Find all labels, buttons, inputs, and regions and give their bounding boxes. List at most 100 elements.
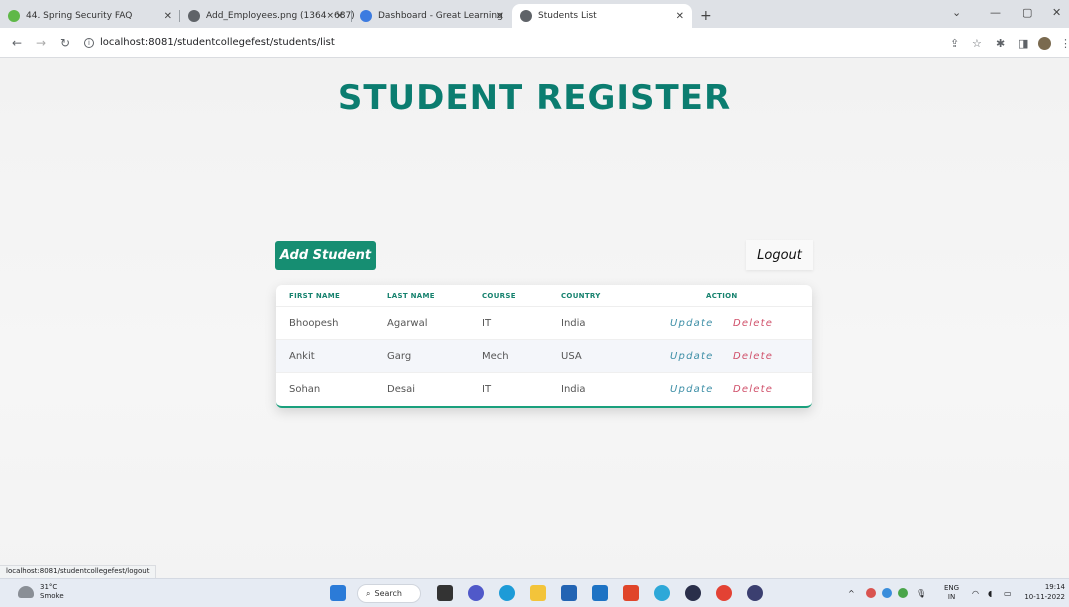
column-header: COUNTRY bbox=[561, 291, 601, 300]
language-indicator[interactable]: ENG IN bbox=[944, 579, 959, 607]
taskbar: 31°C Smoke ⌕ Search ^ 🎙 ENG IN ◠ ◖ ▭ 19:… bbox=[0, 578, 1069, 607]
microphone-icon[interactable]: 🎙 bbox=[916, 579, 926, 607]
reload-icon[interactable]: ↻ bbox=[58, 36, 72, 50]
last-name-cell: Desai bbox=[387, 384, 415, 395]
students-table: FIRST NAME LAST NAME COURSE COUNTRY ACTI… bbox=[276, 285, 812, 408]
extensions-icon[interactable]: ✱ bbox=[996, 28, 1005, 58]
table-row: Sohan Desai IT India Update Delete bbox=[276, 373, 812, 406]
avatar[interactable] bbox=[1038, 28, 1051, 58]
logout-button[interactable]: Logout bbox=[746, 240, 813, 270]
url-field[interactable]: i localhost:8081/studentcollegefest/stud… bbox=[84, 37, 335, 48]
back-icon[interactable]: ← bbox=[10, 36, 24, 50]
column-header: LAST NAME bbox=[387, 291, 435, 300]
edge-icon[interactable] bbox=[499, 585, 515, 601]
tab-add-employees[interactable]: Add_Employees.png (1364×687) ✕ bbox=[180, 4, 355, 28]
clock[interactable]: 19:14 10-11-2022 bbox=[1024, 582, 1065, 602]
url-text: localhost:8081/studentcollegefest/studen… bbox=[100, 37, 335, 48]
update-link[interactable]: Update bbox=[670, 351, 713, 362]
course-cell: Mech bbox=[482, 350, 509, 362]
share-icon[interactable]: ⇪ bbox=[950, 28, 959, 58]
close-icon[interactable]: ✕ bbox=[164, 11, 172, 22]
add-student-button[interactable]: Add Student bbox=[275, 241, 376, 270]
tab-title: Dashboard - Great Learning bbox=[378, 11, 503, 21]
update-link[interactable]: Update bbox=[670, 318, 713, 329]
tab-title: 44. Spring Security FAQ bbox=[26, 11, 133, 21]
chevron-up-icon[interactable]: ^ bbox=[848, 579, 855, 607]
eclipse-ee-icon[interactable] bbox=[747, 585, 763, 601]
tray-app-icon[interactable] bbox=[898, 579, 908, 607]
tab-title: Students List bbox=[538, 11, 597, 21]
delete-link[interactable]: Delete bbox=[733, 318, 773, 329]
star-icon[interactable]: ☆ bbox=[972, 28, 982, 58]
close-icon[interactable]: ✕ bbox=[336, 11, 344, 22]
language-code: ENG bbox=[944, 584, 960, 592]
page-title: STUDENT REGISTER bbox=[337, 78, 732, 118]
first-name-cell: Sohan bbox=[289, 384, 321, 395]
delete-link[interactable]: Delete bbox=[733, 384, 773, 395]
table-row: Bhoopesh Agarwal IT India Update Delete bbox=[276, 307, 812, 340]
browser-tab-strip: 44. Spring Security FAQ ✕ Add_Employees.… bbox=[0, 0, 1069, 28]
google-icon bbox=[360, 10, 372, 22]
restore-button[interactable]: ▢ bbox=[1022, 0, 1032, 24]
chrome-icon[interactable] bbox=[716, 585, 732, 601]
globe-icon bbox=[520, 10, 532, 22]
column-header: FIRST NAME bbox=[289, 291, 341, 300]
sidebar-icon[interactable]: ◨ bbox=[1018, 28, 1028, 58]
mail-icon[interactable] bbox=[592, 585, 608, 601]
close-window-button[interactable]: ✕ bbox=[1052, 0, 1061, 24]
wifi-icon[interactable]: ◠ bbox=[972, 579, 979, 607]
tray-app-icon[interactable] bbox=[882, 579, 892, 607]
eclipse-icon[interactable] bbox=[685, 585, 701, 601]
volume-icon[interactable]: ◖ bbox=[988, 579, 992, 607]
delete-link[interactable]: Delete bbox=[733, 351, 773, 362]
office-icon[interactable] bbox=[623, 585, 639, 601]
minimize-button[interactable]: — bbox=[990, 0, 1001, 24]
update-link[interactable]: Update bbox=[670, 384, 713, 395]
column-header: ACTION bbox=[706, 291, 738, 300]
region-code: IN bbox=[947, 593, 956, 601]
country-cell: India bbox=[561, 317, 586, 329]
tab-dashboard-great-learning[interactable]: Dashboard - Great Learning ✕ bbox=[352, 4, 512, 28]
new-tab-button[interactable]: + bbox=[692, 4, 720, 28]
table-row: Ankit Garg Mech USA Update Delete bbox=[276, 340, 812, 373]
close-icon[interactable]: ✕ bbox=[676, 11, 684, 22]
search-icon: ⌕ bbox=[366, 588, 371, 598]
task-view-icon[interactable] bbox=[437, 585, 453, 601]
time: 19:14 bbox=[1044, 583, 1065, 591]
date: 10-11-2022 bbox=[1024, 593, 1065, 601]
address-bar: ← → ↻ i localhost:8081/studentcollegefes… bbox=[0, 28, 1069, 58]
page-content: STUDENT REGISTER Add Student Logout FIRS… bbox=[0, 58, 1069, 578]
taskbar-search[interactable]: ⌕ Search bbox=[357, 584, 421, 603]
table-header: FIRST NAME LAST NAME COURSE COUNTRY ACTI… bbox=[276, 285, 812, 307]
weather-widget[interactable]: 31°C Smoke bbox=[18, 583, 64, 601]
country-cell: USA bbox=[561, 350, 582, 362]
file-explorer-icon[interactable] bbox=[530, 585, 546, 601]
forward-icon[interactable]: → bbox=[34, 36, 48, 50]
last-name-cell: Agarwal bbox=[387, 317, 428, 329]
status-bar-link: localhost:8081/studentcollegefest/logout bbox=[0, 565, 157, 578]
first-name-cell: Bhoopesh bbox=[289, 317, 339, 329]
search-label: Search bbox=[374, 589, 402, 598]
cloud-icon bbox=[18, 586, 34, 598]
first-name-cell: Ankit bbox=[289, 350, 315, 362]
column-header: COURSE bbox=[482, 291, 516, 300]
chat-icon[interactable] bbox=[468, 585, 484, 601]
tab-spring-security-faq[interactable]: 44. Spring Security FAQ ✕ bbox=[0, 4, 180, 28]
menu-icon[interactable]: ⋮ bbox=[1060, 28, 1069, 58]
info-icon[interactable]: i bbox=[84, 37, 94, 48]
course-cell: IT bbox=[482, 317, 492, 329]
close-icon[interactable]: ✕ bbox=[496, 11, 504, 22]
arduino-icon[interactable] bbox=[654, 585, 670, 601]
tray-app-icon[interactable] bbox=[866, 579, 876, 607]
tab-students-list[interactable]: Students List ✕ bbox=[512, 4, 692, 28]
globe-icon bbox=[188, 10, 200, 22]
chevron-down-icon[interactable]: ⌄ bbox=[952, 0, 961, 24]
last-name-cell: Garg bbox=[387, 350, 412, 362]
store-icon[interactable] bbox=[561, 585, 577, 601]
weather-condition: Smoke bbox=[40, 592, 64, 600]
battery-icon[interactable]: ▭ bbox=[1004, 579, 1012, 607]
tab-title: Add_Employees.png (1364×687) bbox=[206, 11, 355, 21]
course-cell: IT bbox=[482, 384, 492, 395]
temperature: 31°C bbox=[40, 583, 58, 591]
windows-start-icon[interactable] bbox=[330, 585, 346, 601]
